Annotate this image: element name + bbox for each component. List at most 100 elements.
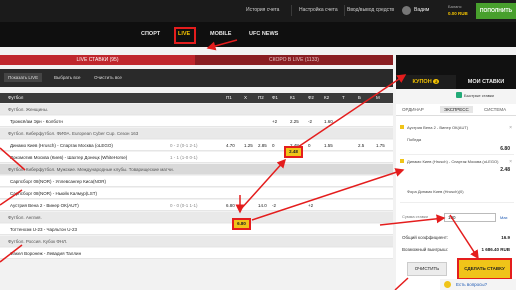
bet-detail: Фора Динамо Киев (Hrusch)(0) [407, 189, 464, 194]
bet-value: 2.48 [500, 167, 510, 173]
clear-coupon-button[interactable]: ОЧИСТИТЬ [407, 262, 447, 276]
match-name[interactable]: Сарпсборг 08(NOR) - Уллевсангер Киса(NOR… [10, 179, 106, 184]
table-row[interactable]: Тромсё/ам Эрн - Колботн +2 2.25 -2 1.60 [0, 116, 393, 127]
league-header: Футбол. Киберфутбол. ФИФА. European Cybe… [0, 128, 393, 139]
make-bet-button[interactable]: СДЕЛАТЬ СТАВКУ [457, 258, 512, 280]
match-name[interactable]: Аустрия Вена 2 - Винер ОК(AUT) [10, 203, 79, 208]
panel-tabs: КУПОН 2 МОИ СТАВКИ [396, 75, 516, 89]
match-score: 0 - 0 (0-1 1-1) [170, 203, 198, 208]
deposit-button[interactable]: ПОПОЛНИТЬ [476, 3, 516, 19]
tab-system[interactable]: СИСТЕМА [484, 107, 506, 112]
tab-coupon[interactable]: КУПОН 2 [396, 75, 456, 89]
stake-max-link[interactable]: Max [500, 215, 508, 220]
odds-cell-p2[interactable]: 14.0 [258, 203, 267, 208]
odds-cell-p2[interactable]: 2.85 [258, 143, 267, 148]
bet-value: 6.80 [500, 146, 510, 152]
header-b: Б [358, 95, 361, 100]
app-root: История счета Настройка счета Ввод/вывод… [0, 0, 516, 290]
table-row[interactable]: Динамо Киев (Hrusch) - Спартак Москва (o… [0, 140, 393, 151]
odds-cell-f1[interactable]: +2 [272, 119, 277, 124]
header-k2: К2 [324, 95, 330, 100]
clear-all-button[interactable]: Очистить все [94, 75, 122, 80]
top-bar: История счета Настройка счета Ввод/вывод… [0, 0, 516, 22]
quick-bets-toggle[interactable] [456, 92, 462, 98]
balance-value: 0.00 RUB [448, 11, 468, 16]
questions-chat-button[interactable]: Есть вопросы? [440, 279, 516, 290]
table-row[interactable]: Факел Воронеж - Левадия Таллин [0, 248, 393, 259]
league-name: Футбол. Россия. Кубок ФНЛ. [8, 239, 68, 244]
odds-cell-p1[interactable]: 4.70 [226, 143, 235, 148]
possible-win-label: Возможный выигрыш: [402, 247, 448, 252]
possible-win-value: 1 686.40 RUB [481, 247, 510, 252]
odds-cell-b[interactable]: 2.5 [358, 143, 364, 148]
odds-cell-f2[interactable]: -2 [308, 119, 312, 124]
coupon-bet: Аустрия Вена 2 - Винер ОК(AUT) × Победа … [400, 125, 514, 155]
stake-input[interactable]: 100 [444, 213, 496, 222]
divider [291, 5, 292, 16]
quick-bets-label: Быстрые ставки [464, 93, 494, 98]
table-row[interactable]: Сарпсборг 08(NOR) - Ньюйк Калмур(LST) [0, 188, 393, 199]
odds-cell-p1[interactable]: 6.80 [226, 203, 235, 208]
odds-cell-k1[interactable]: 2.25 [290, 119, 299, 124]
header-k1: К1 [290, 95, 296, 100]
odds-cell-k2[interactable]: 1.55 [324, 143, 333, 148]
coupon-count-badge: 2 [433, 79, 440, 84]
quick-bets-row: Быстрые ставки [396, 89, 516, 104]
odds-cell-f2[interactable]: +2 [308, 203, 313, 208]
history-link[interactable]: История счета [246, 7, 279, 13]
tab-my-bets[interactable]: МОИ СТАВКИ [456, 75, 516, 89]
table-row[interactable]: Локомотив Москва (Киев) - Шахтер Донецк … [0, 152, 393, 163]
table-row[interactable]: Тоттенхэм U-23 - Чарльтон U-23 [0, 224, 393, 235]
panel-top-strip [396, 55, 516, 75]
match-name[interactable]: Сарпсборг 08(NOR) - Ньюйк Калмур(LST) [10, 191, 97, 196]
league-header: Футбол. Англия. [0, 212, 393, 223]
odds-cell-k2[interactable]: 1.60 [324, 119, 333, 124]
odds-cell-f2[interactable]: 0 [308, 143, 311, 148]
main-nav: СПОРТ LIVE MOBILE UFC NEWS [0, 22, 516, 47]
total-coef-label: Общий коэффициент: [402, 235, 449, 240]
bet-title: Динамо Киев (Hrusch) - Спартак Москва (o… [407, 159, 499, 164]
nav-sport[interactable]: СПОРТ [141, 31, 160, 37]
tab-live-bets[interactable]: LIVE СТАВКИ (95) [0, 55, 195, 65]
match-name[interactable]: Динамо Киев (Hrusch) - Спартак Москва (o… [10, 143, 113, 148]
match-name[interactable]: Локомотив Москва (Киев) - Шахтер Донецк … [10, 155, 127, 160]
table-row[interactable]: Аустрия Вена 2 - Винер ОК(AUT) 0 - 0 (0-1… [0, 200, 393, 211]
bet-title: Аустрия Вена 2 - Винер ОК(AUT) [407, 125, 469, 130]
match-name[interactable]: Тромсё/ам Эрн - Колботн [10, 119, 63, 124]
user-icon[interactable] [402, 6, 411, 15]
settings-link[interactable]: Настройка счета [299, 7, 338, 13]
username[interactable]: Вадим [414, 7, 429, 13]
selected-odds-k1[interactable]: 2.48 [284, 146, 303, 158]
match-score: 0 - 2 (0-1 2-1) [170, 143, 198, 148]
stake-label: Сумма ставки [402, 214, 428, 219]
select-all-button[interactable]: Выбрать все [54, 75, 80, 80]
header-t: Т [342, 95, 345, 100]
tab-express[interactable]: ЭКСПРЕСС [440, 106, 473, 113]
table-header: Футбол П1 Х П2 Ф1 К1 Ф2 К2 Т Б М [0, 93, 393, 103]
header-m: М [376, 95, 380, 100]
coupon-panel: КУПОН 2 МОИ СТАВКИ Быстрые ставки ОРДИНА… [396, 55, 516, 290]
show-live-button[interactable]: Показать LIVE [4, 73, 43, 82]
match-name[interactable]: Факел Воронеж - Левадия Таллин [10, 251, 81, 256]
nav-ufc-news[interactable]: UFC NEWS [249, 31, 278, 37]
odds-cell-x[interactable]: 1.25 [244, 143, 253, 148]
nav-mobile[interactable]: MOBILE [210, 31, 231, 37]
table-row[interactable]: Сарпсборг 08(NOR) - Уллевсангер Киса(NOR… [0, 176, 393, 187]
header-f2: Ф2 [308, 95, 314, 100]
header-p1: П1 [226, 95, 232, 100]
odds-cell-f1[interactable]: -2 [272, 203, 276, 208]
match-name[interactable]: Тоттенхэм U-23 - Чарльтон U-23 [10, 227, 77, 232]
selected-odds-p1[interactable]: 6.80 [232, 218, 251, 230]
odds-cell-m[interactable]: 1.75 [376, 143, 385, 148]
deposit-withdraw-link[interactable]: Ввод/вывод средств [347, 7, 394, 13]
odds-cell-f1[interactable]: 0 [272, 143, 275, 148]
close-icon[interactable]: × [509, 125, 512, 131]
close-icon[interactable]: × [509, 159, 512, 165]
league-name: Футбол. Женщины. [8, 107, 49, 112]
bet-marker-icon [400, 125, 404, 129]
chat-icon [444, 281, 451, 288]
bet-marker-icon [400, 159, 404, 163]
tab-ordinary[interactable]: ОРДИНАР [402, 107, 424, 112]
tab-coming-soon[interactable]: СКОРО В LIVE (1133) [195, 55, 393, 65]
league-name: Футбол. Англия. [8, 215, 42, 220]
